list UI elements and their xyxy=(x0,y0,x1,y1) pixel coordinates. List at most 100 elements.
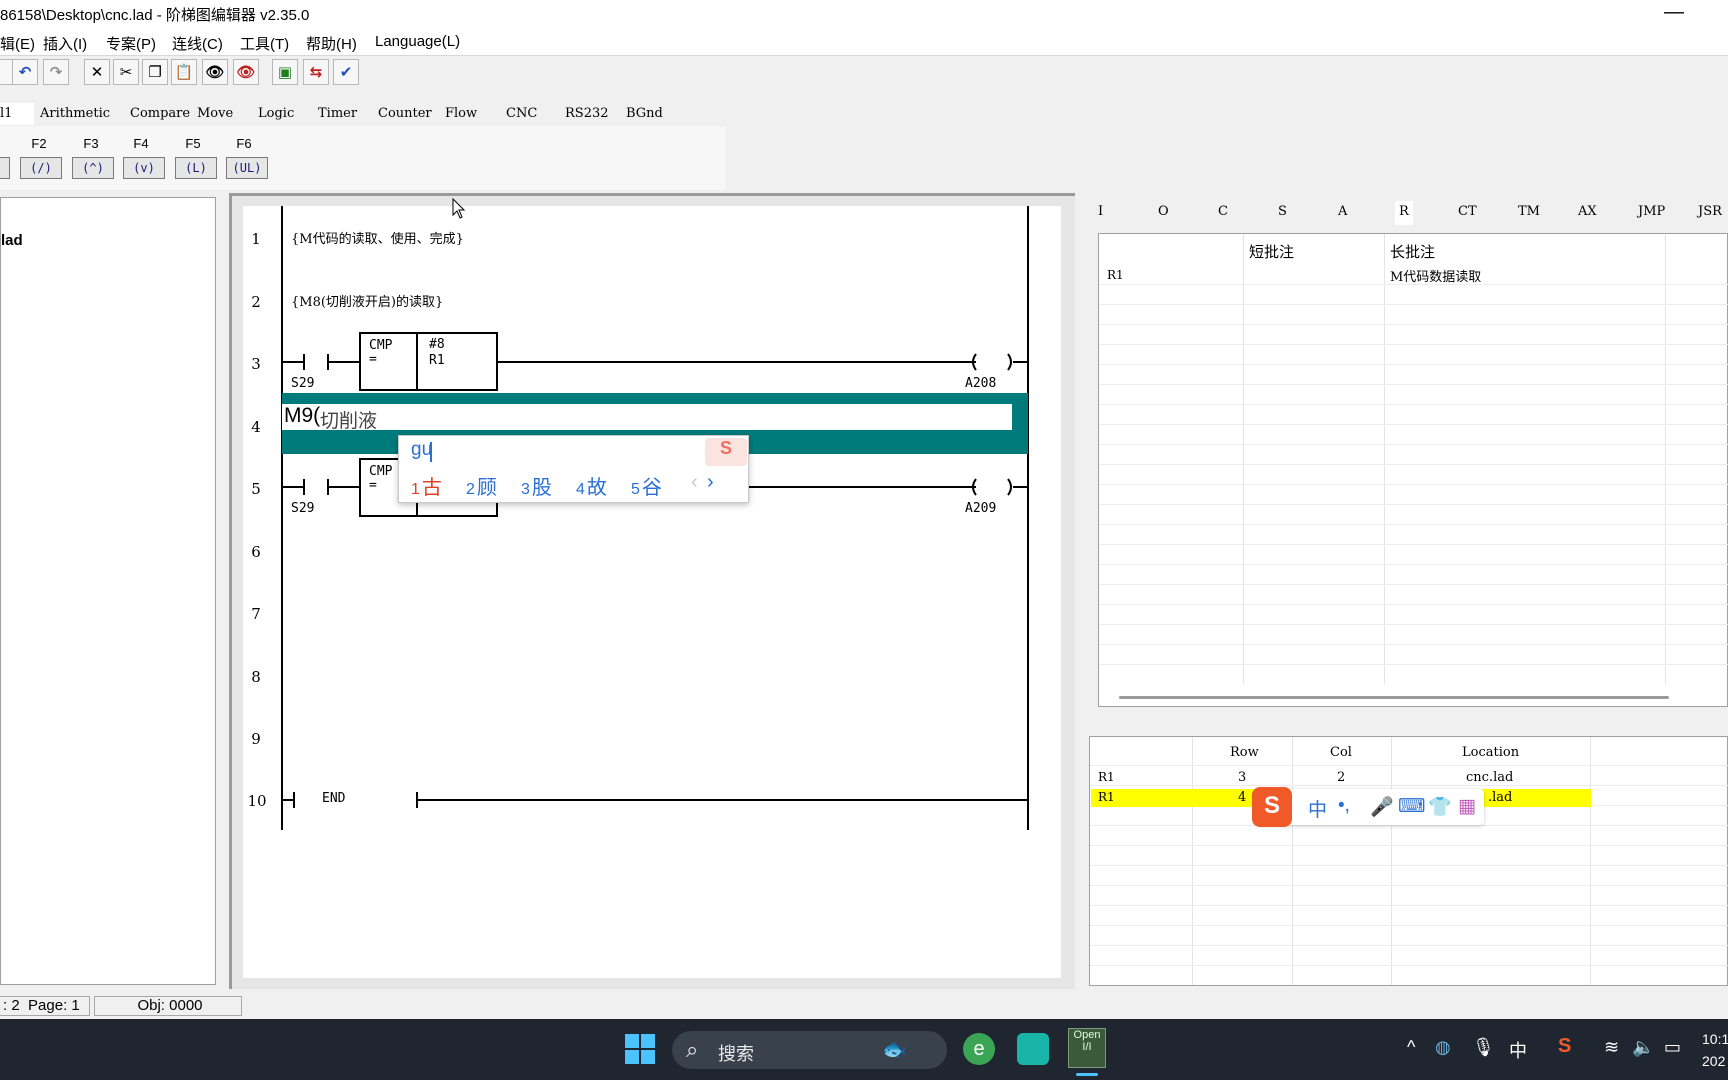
screen-recorder-app-icon[interactable] xyxy=(1017,1033,1049,1065)
tray-overflow-icon[interactable]: ^ xyxy=(1407,1037,1415,1058)
tab-i[interactable]: I xyxy=(1098,204,1103,219)
tab-rs232[interactable]: RS232 xyxy=(565,103,609,125)
menu-help[interactable]: 帮助(H) xyxy=(306,33,357,54)
minimize-button[interactable]: — xyxy=(1664,2,1684,22)
function-key-panel: F2 (/) F3 (^) F4 (v) F5 (L) F6 (UL) xyxy=(0,126,726,190)
menu-tools[interactable]: 工具(T) xyxy=(240,33,289,54)
fkey-f3-button[interactable]: (^) xyxy=(72,157,114,179)
menu-connect[interactable]: 连线(C) xyxy=(172,33,223,54)
volume-icon[interactable]: 🔈 xyxy=(1632,1037,1654,1058)
cut-icon[interactable]: ✂ xyxy=(113,59,139,85)
wifi-icon[interactable]: ≋ xyxy=(1604,1037,1619,1058)
row-number: 10 xyxy=(247,792,267,810)
tab-bgnd[interactable]: BGnd xyxy=(626,103,663,125)
xref-cell[interactable]: 4 xyxy=(1238,790,1246,805)
ime-next-page-icon[interactable]: › xyxy=(707,471,714,494)
tab-s[interactable]: S xyxy=(1278,204,1287,219)
ime-punctuation-icon[interactable]: •, xyxy=(1338,795,1350,817)
tray-input-language[interactable]: 中 xyxy=(1509,1037,1527,1063)
xref-cell[interactable]: 3 xyxy=(1238,770,1246,785)
tab-flow[interactable]: Flow xyxy=(445,103,477,125)
register-cell[interactable]: M代码数据读取 xyxy=(1390,266,1481,285)
tab-compare[interactable]: Compare xyxy=(130,103,190,125)
tab-a[interactable]: A xyxy=(1338,204,1347,219)
ime-skin-icon[interactable]: 👕 xyxy=(1428,795,1452,819)
tab-ct[interactable]: CT xyxy=(1458,204,1477,219)
row1-comment: {M代码的读取、使用、完成} xyxy=(291,232,464,247)
ime-mode-chinese[interactable]: 中 xyxy=(1308,795,1327,822)
find-icon[interactable]: 👁 xyxy=(202,59,228,85)
verify-icon[interactable]: ✔ xyxy=(333,59,359,85)
ime-candidate-5[interactable]: 5谷 xyxy=(631,471,662,500)
tray-sogou-icon[interactable]: S xyxy=(1558,1035,1571,1058)
xref-cell[interactable]: cnc.lad xyxy=(1466,770,1513,785)
ime-composition: gu xyxy=(411,439,433,460)
xref-cell[interactable]: R1 xyxy=(1098,790,1115,804)
fkey-f5-button[interactable]: (L) xyxy=(175,157,217,179)
redo-icon[interactable]: ↷ xyxy=(43,59,69,85)
ime-prev-page-icon[interactable]: ‹ xyxy=(691,471,698,494)
xref-cell[interactable]: .lad xyxy=(1488,790,1512,805)
tab-o[interactable]: O xyxy=(1158,204,1169,219)
clock-time[interactable]: 10:1 xyxy=(1702,1031,1728,1047)
register-cell[interactable]: R1 xyxy=(1107,268,1124,282)
column-header-row: Row xyxy=(1230,745,1259,760)
ladder-editor-app-icon[interactable]: Open I/I xyxy=(1068,1028,1106,1068)
cross-reference-table: Row Col Location R1 3 2 cnc.lad R1 4 .la… xyxy=(1089,736,1728,986)
tab-arithmetic[interactable]: Arithmetic xyxy=(40,103,110,125)
sogou-logo-icon[interactable]: S xyxy=(1252,787,1292,827)
row-number: 6 xyxy=(251,543,261,561)
tab-counter[interactable]: Counter xyxy=(378,103,432,125)
taskbar-search-box[interactable]: ⌕ 搜索 🐟 xyxy=(672,1031,947,1069)
ime-toolbox-icon[interactable]: ▦ xyxy=(1458,795,1476,818)
tab-ax[interactable]: AX xyxy=(1578,204,1597,219)
tab-r[interactable]: R xyxy=(1395,201,1413,225)
delete-icon[interactable]: ✕ xyxy=(84,59,110,85)
tab-jsr[interactable]: JSR xyxy=(1698,204,1722,219)
xref-cell[interactable]: R1 xyxy=(1098,770,1115,784)
fkey-partial-button[interactable] xyxy=(0,157,10,179)
paste-icon[interactable]: 📋 xyxy=(171,59,197,85)
ladder-canvas[interactable]: M9(切削液 {M代码的读取、使用、完成} {M8(切削液开启)的读取} S29… xyxy=(243,198,1061,978)
register-comment-table: 短批注 长批注 R1 M代码数据读取 xyxy=(1098,233,1728,707)
tray-mic-icon[interactable]: 🎙 xyxy=(1472,1037,1495,1058)
register-tabs: I O C S A R CT TM AX JMP JSR xyxy=(1090,201,1728,225)
clock-date[interactable]: 202 xyxy=(1702,1053,1725,1069)
ime-candidate-1[interactable]: 1古 xyxy=(411,471,442,500)
ime-candidate-4[interactable]: 4故 xyxy=(576,471,607,500)
menu-project[interactable]: 专案(P) xyxy=(106,33,156,54)
monitor-icon[interactable]: ⇆ xyxy=(303,59,329,85)
fkey-f6-button[interactable]: (UL) xyxy=(226,157,268,179)
windows-start-icon[interactable] xyxy=(625,1034,655,1064)
row3-cmp-eq: = xyxy=(369,352,377,367)
ime-keyboard-icon[interactable]: ⌨ xyxy=(1398,795,1425,818)
tab-tm[interactable]: TM xyxy=(1518,204,1540,219)
fkey-label: F4 xyxy=(133,136,149,151)
browser-app-icon[interactable]: e xyxy=(963,1033,995,1065)
tab-move[interactable]: Move xyxy=(197,103,233,125)
menu-insert[interactable]: 插入(I) xyxy=(43,33,87,54)
tab-logic[interactable]: Logic xyxy=(258,103,294,125)
ime-candidate-2[interactable]: 2顾 xyxy=(466,471,497,500)
tab-cnc[interactable]: CNC xyxy=(506,103,537,125)
replace-icon[interactable]: 👁 xyxy=(233,59,259,85)
menu-language[interactable]: Language(L) xyxy=(375,33,460,50)
menu-edit[interactable]: 辑(E) xyxy=(0,33,35,54)
copy-icon[interactable]: ❐ xyxy=(142,59,168,85)
fkey-f2-button[interactable]: (/) xyxy=(20,157,62,179)
tray-app-icon[interactable]: ◍ xyxy=(1435,1037,1451,1058)
tab-timer[interactable]: Timer xyxy=(318,103,357,125)
project-file-node[interactable]: lad xyxy=(1,232,23,249)
fkey-f4-button[interactable]: (v) xyxy=(123,157,165,179)
undo-icon[interactable]: ↶ xyxy=(12,59,38,85)
compile-icon[interactable]: ▣ xyxy=(272,59,298,85)
row4-comment-editor[interactable]: M9(切削液 xyxy=(282,404,1012,432)
xref-cell[interactable]: 2 xyxy=(1337,770,1345,785)
ime-candidate-3[interactable]: 3股 xyxy=(521,471,552,500)
tab-c[interactable]: C xyxy=(1218,204,1228,219)
battery-icon[interactable]: ▭ xyxy=(1664,1037,1681,1058)
tab-l1[interactable]: l1 xyxy=(0,103,34,125)
horizontal-scrollbar[interactable] xyxy=(1119,696,1669,699)
ime-voice-icon[interactable]: 🎤 xyxy=(1370,795,1394,819)
tab-jmp[interactable]: JMP xyxy=(1638,204,1665,219)
